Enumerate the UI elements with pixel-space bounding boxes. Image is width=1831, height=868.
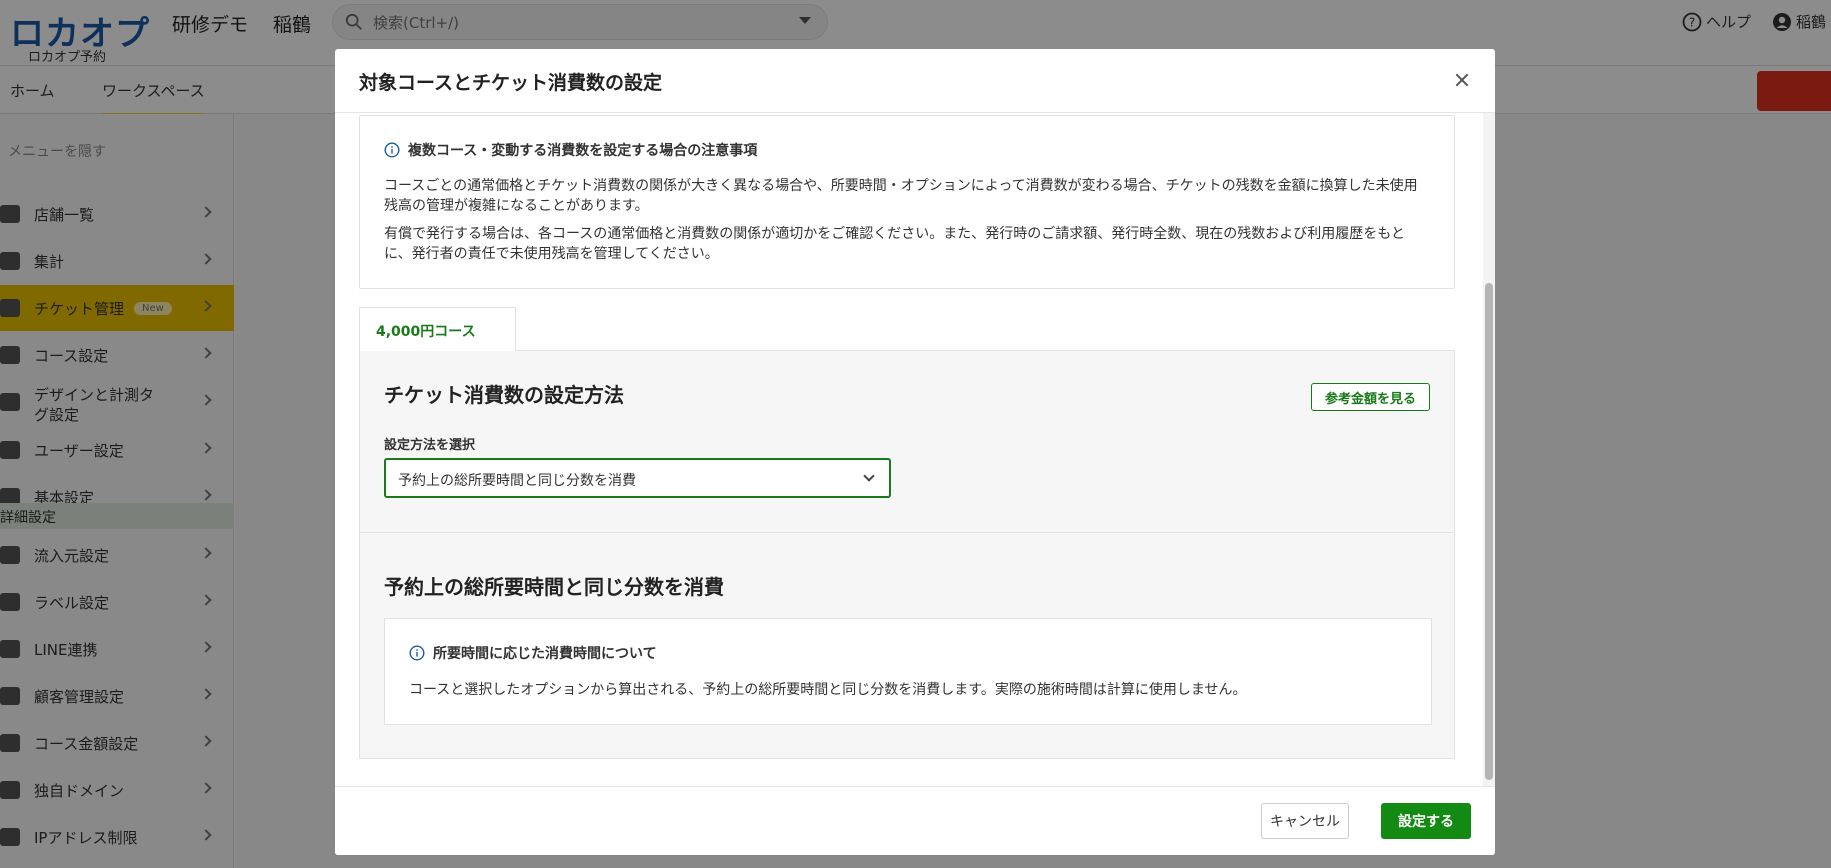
notice-paragraph-1: コースごとの通常価格とチケット消費数の関係が大きく異なる場合や、所要時間・オプシ…: [384, 178, 1418, 214]
notice-box: 複数コース・変動する消費数を設定する場合の注意事項 コースごとの通常価格とチケッ…: [359, 115, 1455, 289]
tab-course-4000[interactable]: 4,000円コース: [359, 307, 516, 351]
notice-title: 複数コース・変動する消費数を設定する場合の注意事項: [384, 140, 1430, 160]
duration-note-title-text: 所要時間に応じた消費時間について: [433, 646, 657, 662]
section-title-duration: 予約上の総所要時間と同じ分数を消費: [384, 575, 724, 599]
chevron-down-icon: [863, 470, 875, 482]
ticket-consumption-modal: 対象コースとチケット消費数の設定 複数コース・変動する消費数を設定する場合の注意…: [335, 49, 1495, 855]
section-title-method: チケット消費数の設定方法: [384, 383, 624, 407]
modal-footer: キャンセル 設定する: [335, 786, 1495, 855]
info-icon: [384, 142, 400, 158]
duration-note-box: 所要時間に応じた消費時間について コースと選択したオプションから算出される、予約…: [384, 618, 1432, 725]
info-icon: [409, 645, 425, 661]
method-select-label: 設定方法を選択: [384, 438, 476, 453]
method-select-value: 予約上の総所要時間と同じ分数を消費: [398, 473, 636, 489]
modal-header: 対象コースとチケット消費数の設定: [335, 49, 1495, 113]
notice-title-text: 複数コース・変動する消費数を設定する場合の注意事項: [408, 143, 758, 159]
modal-body: 複数コース・変動する消費数を設定する場合の注意事項 コースごとの通常価格とチケッ…: [335, 113, 1495, 786]
modal-title: 対象コースとチケット消費数の設定: [359, 72, 663, 94]
consumption-method-section: チケット消費数の設定方法 参考金額を見る 設定方法を選択 予約上の総所要時間と同…: [360, 351, 1454, 533]
modal-scrollbar[interactable]: [1483, 113, 1495, 786]
course-settings-panel: チケット消費数の設定方法 参考金額を見る 設定方法を選択 予約上の総所要時間と同…: [359, 350, 1455, 759]
view-reference-price-button[interactable]: 参考金額を見る: [1311, 383, 1430, 411]
duration-note-body: コースと選択したオプションから算出される、予約上の総所要時間と同じ分数を消費しま…: [409, 682, 1247, 698]
close-icon[interactable]: [1451, 69, 1473, 91]
scrollbar-thumb[interactable]: [1485, 283, 1493, 780]
cancel-button[interactable]: キャンセル: [1261, 803, 1349, 839]
method-select[interactable]: 予約上の総所要時間と同じ分数を消費: [384, 458, 891, 498]
submit-button[interactable]: 設定する: [1381, 803, 1471, 839]
notice-paragraph-2: 有償で発行する場合は、各コースの通常価格と消費数の関係が適切かをご確認ください。…: [384, 226, 1406, 262]
duration-note-title: 所要時間に応じた消費時間について: [409, 643, 1407, 663]
